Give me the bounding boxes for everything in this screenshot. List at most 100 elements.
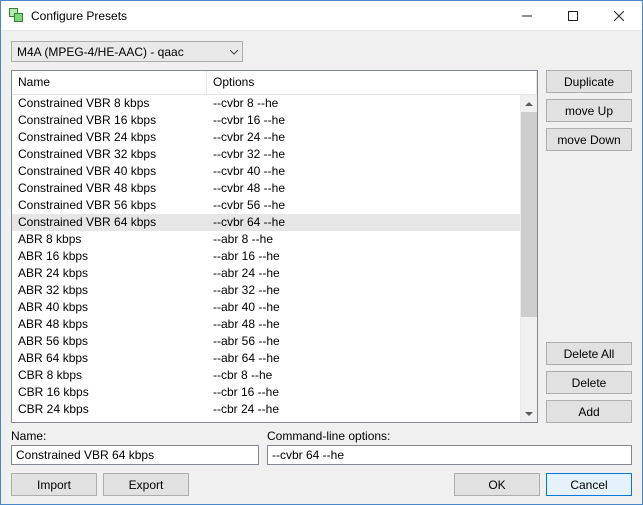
row-options: --cvbr 16 --he xyxy=(207,112,520,129)
row-name: Constrained VBR 16 kbps xyxy=(12,112,207,129)
close-button[interactable] xyxy=(596,1,642,30)
list-header: Name Options xyxy=(12,71,537,95)
table-row[interactable]: Constrained VBR 32 kbps--cvbr 32 --he xyxy=(12,146,520,163)
name-label: Name: xyxy=(11,429,259,443)
delete-button[interactable]: Delete xyxy=(546,371,632,394)
row-name: Constrained VBR 48 kbps xyxy=(12,180,207,197)
middle-row: Name Options Constrained VBR 8 kbps--cvb… xyxy=(11,70,632,423)
row-name: CBR 24 kbps xyxy=(12,401,207,418)
delete-all-button[interactable]: Delete All xyxy=(546,342,632,365)
row-name: ABR 56 kbps xyxy=(12,333,207,350)
format-dropdown[interactable]: M4A (MPEG-4/HE-AAC) - qaac xyxy=(11,41,243,62)
table-row[interactable]: Constrained VBR 64 kbps--cvbr 64 --he xyxy=(12,214,520,231)
table-row[interactable]: ABR 32 kbps--abr 32 --he xyxy=(12,282,520,299)
scrollbar-track[interactable] xyxy=(521,112,537,405)
row-options: --cvbr 64 --he xyxy=(207,214,520,231)
table-row[interactable]: ABR 40 kbps--abr 40 --he xyxy=(12,299,520,316)
row-options: --abr 56 --he xyxy=(207,333,520,350)
minimize-button[interactable] xyxy=(504,1,550,30)
top-row: M4A (MPEG-4/HE-AAC) - qaac xyxy=(11,41,632,62)
add-button[interactable]: Add xyxy=(546,400,632,423)
table-row[interactable]: Constrained VBR 48 kbps--cvbr 48 --he xyxy=(12,180,520,197)
row-name: Constrained VBR 64 kbps xyxy=(12,214,207,231)
scroll-down-button[interactable] xyxy=(521,405,537,422)
name-input[interactable] xyxy=(11,445,259,465)
content-area: M4A (MPEG-4/HE-AAC) - qaac Name Options … xyxy=(1,31,642,504)
row-options: --cbr 24 --he xyxy=(207,401,520,418)
move-down-button[interactable]: move Down xyxy=(546,128,632,151)
table-row[interactable]: CBR 8 kbps--cbr 8 --he xyxy=(12,367,520,384)
row-name: Constrained VBR 8 kbps xyxy=(12,95,207,112)
table-row[interactable]: Constrained VBR 24 kbps--cvbr 24 --he xyxy=(12,129,520,146)
ok-button[interactable]: OK xyxy=(454,473,540,496)
table-row[interactable]: CBR 24 kbps--cbr 24 --he xyxy=(12,401,520,418)
table-row[interactable]: ABR 16 kbps--abr 16 --he xyxy=(12,248,520,265)
move-up-button[interactable]: move Up xyxy=(546,99,632,122)
maximize-button[interactable] xyxy=(550,1,596,30)
row-options: --abr 64 --he xyxy=(207,350,520,367)
window: Configure Presets M4A (MPEG-4/HE-AAC) - … xyxy=(0,0,643,505)
minimize-icon xyxy=(522,11,532,21)
row-options: --cvbr 56 --he xyxy=(207,197,520,214)
cmd-field-group: Command-line options: xyxy=(267,429,632,465)
fields-row: Name: Command-line options: xyxy=(11,429,632,465)
table-row[interactable]: CBR 16 kbps--cbr 16 --he xyxy=(12,384,520,401)
row-name: ABR 16 kbps xyxy=(12,248,207,265)
format-dropdown-value: M4A (MPEG-4/HE-AAC) - qaac xyxy=(17,45,184,59)
row-options: --abr 16 --he xyxy=(207,248,520,265)
duplicate-button[interactable]: Duplicate xyxy=(546,70,632,93)
row-name: CBR 16 kbps xyxy=(12,384,207,401)
column-header-name[interactable]: Name xyxy=(12,71,207,94)
row-options: --abr 40 --he xyxy=(207,299,520,316)
presets-list: Name Options Constrained VBR 8 kbps--cvb… xyxy=(11,70,538,423)
row-name: ABR 32 kbps xyxy=(12,282,207,299)
table-row[interactable]: Constrained VBR 8 kbps--cvbr 8 --he xyxy=(12,95,520,112)
scroll-up-button[interactable] xyxy=(521,95,537,112)
row-options: --cvbr 8 --he xyxy=(207,95,520,112)
side-buttons: Duplicate move Up move Down Delete All D… xyxy=(546,70,632,423)
table-row[interactable]: ABR 24 kbps--abr 24 --he xyxy=(12,265,520,282)
maximize-icon xyxy=(568,11,578,21)
table-row[interactable]: ABR 64 kbps--abr 64 --he xyxy=(12,350,520,367)
titlebar: Configure Presets xyxy=(1,1,642,31)
chevron-down-icon xyxy=(230,45,238,59)
row-name: ABR 40 kbps xyxy=(12,299,207,316)
row-options: --cvbr 48 --he xyxy=(207,180,520,197)
row-options: --abr 48 --he xyxy=(207,316,520,333)
import-button[interactable]: Import xyxy=(11,473,97,496)
row-name: Constrained VBR 40 kbps xyxy=(12,163,207,180)
chevron-up-icon xyxy=(525,101,533,107)
vertical-scrollbar[interactable] xyxy=(520,95,537,422)
row-options: --cbr 8 --he xyxy=(207,367,520,384)
row-name: Constrained VBR 32 kbps xyxy=(12,146,207,163)
name-field-group: Name: xyxy=(11,429,259,465)
row-name: ABR 48 kbps xyxy=(12,316,207,333)
table-row[interactable]: Constrained VBR 40 kbps--cvbr 40 --he xyxy=(12,163,520,180)
row-name: ABR 8 kbps xyxy=(12,231,207,248)
app-icon xyxy=(9,8,25,24)
list-body-wrap: Constrained VBR 8 kbps--cvbr 8 --heConst… xyxy=(12,95,537,422)
row-options: --cvbr 40 --he xyxy=(207,163,520,180)
row-name: Constrained VBR 24 kbps xyxy=(12,129,207,146)
table-row[interactable]: Constrained VBR 56 kbps--cvbr 56 --he xyxy=(12,197,520,214)
table-row[interactable]: ABR 56 kbps--abr 56 --he xyxy=(12,333,520,350)
cmd-input[interactable] xyxy=(267,445,632,465)
window-controls xyxy=(504,1,642,30)
export-button[interactable]: Export xyxy=(103,473,189,496)
window-title: Configure Presets xyxy=(31,9,504,23)
row-name: ABR 64 kbps xyxy=(12,350,207,367)
row-name: ABR 24 kbps xyxy=(12,265,207,282)
table-row[interactable]: ABR 8 kbps--abr 8 --he xyxy=(12,231,520,248)
row-options: --abr 8 --he xyxy=(207,231,520,248)
scrollbar-thumb[interactable] xyxy=(521,112,537,317)
row-options: --cbr 16 --he xyxy=(207,384,520,401)
row-options: --abr 32 --he xyxy=(207,282,520,299)
table-row[interactable]: ABR 48 kbps--abr 48 --he xyxy=(12,316,520,333)
list-body[interactable]: Constrained VBR 8 kbps--cvbr 8 --heConst… xyxy=(12,95,520,422)
row-name: Constrained VBR 56 kbps xyxy=(12,197,207,214)
table-row[interactable]: Constrained VBR 16 kbps--cvbr 16 --he xyxy=(12,112,520,129)
cancel-button[interactable]: Cancel xyxy=(546,473,632,496)
column-header-options[interactable]: Options xyxy=(207,71,537,94)
cmd-label: Command-line options: xyxy=(267,429,632,443)
row-name: CBR 8 kbps xyxy=(12,367,207,384)
